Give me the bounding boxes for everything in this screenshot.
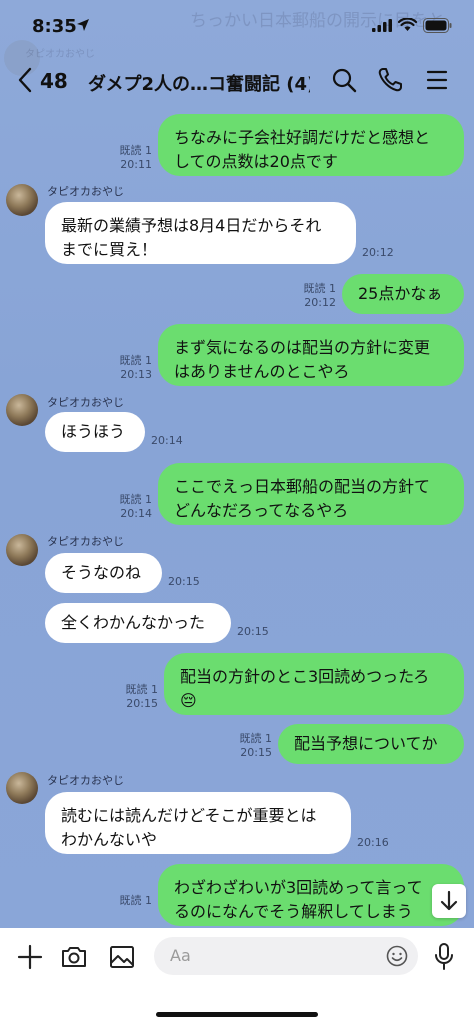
message-input[interactable]: Aa	[154, 937, 418, 975]
message-text-line: までに買え！	[61, 240, 158, 259]
sender-name: タピオカおやじ	[47, 396, 124, 409]
read-receipt: 既読 1	[119, 354, 153, 367]
menu-icon[interactable]	[424, 67, 450, 93]
their-message-bubble[interactable]: そうなのね	[45, 553, 162, 593]
message-text-line: 読むには読んだけどそこが重要とは	[61, 806, 317, 825]
message-text-line: るのになんでそう解釈してしまう	[174, 902, 413, 921]
read-receipt: 既読 1	[303, 282, 337, 295]
my-message-bubble[interactable]: ちなみに子会社好調だけだと感想と しての点数は20点です	[158, 114, 464, 176]
chat-header: 48 ダメプ2人の…コ奮闘記 (4)	[0, 58, 474, 104]
read-receipt: 既読 1	[125, 683, 159, 696]
message-meta: 既読 1 20:14	[120, 493, 153, 521]
my-message-bubble[interactable]: 配当の方針のとこ3回読めつったろ 😔	[164, 653, 464, 715]
message-time: 20:14	[151, 434, 183, 447]
message-time: 20:16	[357, 836, 389, 849]
message-time: 20:11	[120, 158, 152, 171]
message-time: 20:15	[237, 625, 269, 638]
home-indicator	[156, 1012, 318, 1017]
my-message-bubble[interactable]: わざわざわいが3回読めって言って るのになんでそう解釈してしまう	[158, 864, 464, 926]
sender-name: タピオカおやじ	[47, 535, 124, 548]
plus-icon[interactable]	[16, 943, 44, 971]
their-message-bubble[interactable]: 最新の業績予想は8月4日だからそれ までに買え！	[45, 202, 356, 264]
message-text-line: 25点かなぁ	[358, 284, 443, 303]
message-time: 20:15	[168, 575, 200, 588]
message-meta: 既読 1 20:15	[126, 683, 159, 711]
message-text-line: 配当の方針のとこ3回読めつったろ	[180, 667, 430, 686]
message-meta: 既読 1 20:11	[120, 144, 153, 172]
message-text-line: わざわざわいが3回読めって言って	[174, 878, 423, 897]
chat-screen: ちっかい日本郵船の開示に目をと タピオカおやじ 8:35 48 ダメプ2人の…コ…	[0, 0, 474, 1024]
my-message-bubble[interactable]: ここでえっ日本郵船の配当の方針て どんなだろってなるやろ	[158, 463, 464, 525]
camera-icon[interactable]	[60, 943, 88, 971]
signal-icon	[372, 19, 392, 32]
message-text-line: 配当予想についてか	[294, 734, 438, 753]
chat-title: ダメプ2人の…コ奮闘記 (4)	[88, 74, 310, 95]
message-text-line: しての点数は20点です	[174, 152, 338, 171]
message-text-line: ここでえっ日本郵船の配当の方針て	[174, 477, 431, 496]
message-time: 20:13	[120, 368, 152, 381]
message-text-line: どんなだろってなるやろ	[174, 501, 349, 520]
phone-icon[interactable]	[377, 67, 403, 93]
sender-avatar[interactable]	[6, 772, 38, 804]
message-meta: 既読 1 20:12	[304, 282, 337, 310]
their-message-bubble[interactable]: ほうほう	[45, 412, 145, 452]
read-receipt: 既読 1	[119, 894, 153, 907]
message-text-line: 全くわかんなかった	[61, 613, 206, 632]
message-text-line: そうなのね	[61, 563, 142, 582]
message-time: 20:12	[304, 296, 336, 309]
chevron-left-icon[interactable]	[18, 67, 32, 93]
my-message-bubble[interactable]: 25点かなぁ	[342, 274, 464, 314]
read-receipt: 既読 1	[119, 493, 153, 506]
message-time: 20:12	[362, 246, 394, 259]
microphone-icon[interactable]	[432, 942, 456, 972]
unread-count[interactable]: 48	[40, 69, 68, 93]
message-text-line: まず気になるのは配当の方針に変更	[174, 338, 431, 357]
my-message-bubble[interactable]: まず気になるのは配当の方針に変更 はありませんのとこやろ	[158, 324, 464, 386]
read-receipt: 既読 1	[239, 732, 273, 745]
sender-avatar[interactable]	[6, 394, 38, 426]
arrow-down-icon	[440, 890, 458, 911]
composer-bar: Aa	[0, 928, 474, 1024]
sender-name: タピオカおやじ	[47, 185, 124, 198]
message-text-line: 😔	[180, 691, 197, 710]
my-message-bubble[interactable]: 配当予想についてか	[278, 724, 464, 764]
message-text-line: ほうほう	[61, 422, 126, 441]
their-message-bubble[interactable]: 読むには読んだけどそこが重要とは わかんないや	[45, 792, 351, 854]
message-meta: 既読 1 20:15	[240, 732, 273, 760]
message-text-line: わかんないや	[61, 830, 158, 849]
status-time: 8:35	[32, 16, 77, 37]
message-time: 20:14	[120, 507, 152, 520]
image-icon[interactable]	[108, 943, 136, 971]
message-meta: 既読 1 20:13	[120, 354, 153, 382]
emoji-icon[interactable]	[386, 945, 408, 967]
message-time: 20:15	[126, 697, 158, 710]
message-meta: 既読 1	[120, 894, 153, 908]
battery-icon	[423, 18, 452, 33]
sender-avatar[interactable]	[6, 534, 38, 566]
message-text-line: はありませんのとこやろ	[174, 362, 350, 381]
status-bar: 8:35	[0, 0, 474, 56]
sender-avatar[interactable]	[6, 184, 38, 216]
message-text-line: ちなみに子会社好調だけだと感想と	[174, 128, 431, 147]
location-arrow-icon	[77, 19, 89, 31]
wifi-icon	[398, 18, 417, 31]
message-time: 20:15	[240, 746, 272, 759]
search-icon[interactable]	[331, 67, 357, 93]
their-message-bubble[interactable]: 全くわかんなかった	[45, 603, 231, 643]
sender-name: タピオカおやじ	[47, 774, 124, 787]
read-receipt: 既読 1	[119, 144, 153, 157]
scroll-to-bottom-button[interactable]	[432, 884, 466, 918]
message-text-line: 最新の業績予想は8月4日だからそれ	[61, 216, 322, 235]
message-input-placeholder: Aa	[170, 946, 191, 965]
